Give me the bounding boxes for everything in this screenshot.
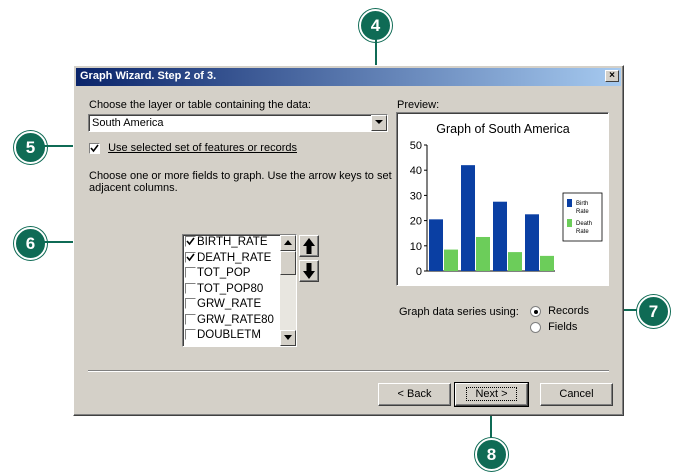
field-list-item[interactable]: TOT_POP — [185, 266, 274, 282]
radio-fields-row[interactable]: Fields — [530, 321, 577, 333]
fields-label: Choose one or more fields to graph. Use … — [89, 170, 392, 194]
bar-birth-rate — [525, 214, 539, 271]
dialog-title: Graph Wizard. Step 2 of 3. — [80, 70, 217, 82]
preview-panel: Graph of South America 0 10 20 30 40 50 Birth R… — [396, 112, 609, 286]
field-checkbox[interactable] — [185, 267, 196, 279]
preview-chart: Graph of South America 0 10 20 30 40 50 Birth R… — [410, 122, 603, 278]
legend-label: Rate — [576, 209, 589, 215]
chart-title: Graph of South America — [436, 122, 569, 136]
move-down-button[interactable] — [299, 260, 319, 282]
bar-death-rate — [476, 236, 490, 271]
layer-dropdown[interactable]: South America — [88, 114, 388, 132]
bar-birth-rate — [461, 165, 475, 271]
field-checkbox[interactable] — [185, 329, 196, 341]
bar-birth-rate — [429, 219, 443, 271]
y-tick-label: 40 — [410, 165, 422, 177]
bar-death-rate — [444, 249, 458, 271]
legend-swatch — [567, 199, 572, 207]
field-label: DOUBLETM — [197, 329, 261, 341]
graph-wizard-dialog: Graph Wizard. Step 2 of 3. × Choose the … — [73, 65, 624, 416]
chevron-down-icon — [375, 120, 383, 124]
legend-label: Death — [576, 221, 592, 227]
bar-death-rate — [540, 255, 554, 271]
radio-fields[interactable] — [530, 321, 541, 333]
chevron-up-icon — [284, 240, 292, 245]
field-label: GRW_RATE — [197, 298, 262, 310]
y-tick-label: 30 — [410, 190, 422, 202]
arrow-down-icon — [303, 263, 315, 279]
callout-6: 6 — [14, 227, 47, 260]
field-checkbox[interactable] — [185, 236, 196, 248]
radio-fields-label: Fields — [548, 321, 578, 333]
field-list-item[interactable]: DEATH_RATE — [185, 251, 274, 267]
fields-scrollbar[interactable] — [280, 235, 296, 346]
use-selected-label: Use selected set of features or records — [108, 142, 297, 154]
use-selected-checkbox-row[interactable]: Use selected set of features or records — [89, 142, 297, 154]
field-label: DEATH_RATE — [197, 251, 272, 264]
chevron-down-icon — [284, 335, 292, 340]
cancel-button[interactable]: Cancel — [540, 383, 613, 406]
legend-swatch — [567, 219, 572, 227]
y-tick-label: 10 — [410, 241, 422, 253]
field-list-item[interactable]: BIRTH_RATE — [185, 235, 274, 251]
field-label: GRW_RATE80 — [197, 313, 274, 326]
back-button[interactable]: < Back — [378, 383, 451, 406]
layer-label: Choose the layer or table containing the… — [89, 99, 311, 111]
next-button-label: Next > — [466, 387, 517, 401]
field-list-item[interactable]: DOUBLETM — [185, 328, 274, 344]
cancel-button-label: Cancel — [559, 388, 594, 400]
callout-7: 7 — [637, 295, 670, 328]
checkmark-icon — [186, 253, 195, 262]
fields-list[interactable]: BIRTH_RATE DEATH_RATE TOT_POP TOT_POP80 GRW_… — [182, 234, 297, 347]
radio-records-dot — [534, 309, 538, 314]
checkmark-icon — [90, 144, 99, 152]
close-button[interactable]: × — [605, 70, 619, 82]
field-list-item[interactable]: TOT_POP80 — [185, 282, 274, 298]
callout-8: 8 — [475, 438, 508, 471]
use-selected-checkbox[interactable] — [89, 142, 100, 154]
field-list-item[interactable]: GRW_RATE80 — [185, 313, 274, 329]
field-checkbox[interactable] — [185, 282, 196, 294]
layer-dropdown-value: South America — [92, 117, 164, 129]
field-label: TOT_POP — [197, 267, 251, 279]
arrow-up-icon — [303, 238, 315, 254]
y-tick-label: 0 — [416, 266, 422, 278]
checkmark-icon — [186, 237, 195, 246]
bar-birth-rate — [493, 201, 507, 271]
radio-records-label: Records — [548, 305, 590, 317]
radio-records[interactable] — [530, 305, 541, 317]
callout-4: 4 — [359, 9, 392, 42]
field-checkbox[interactable] — [185, 313, 196, 325]
field-list-item[interactable]: GRW_RATE — [185, 297, 274, 313]
separator — [88, 370, 609, 372]
y-tick-label: 20 — [410, 216, 422, 228]
field-checkbox[interactable] — [185, 298, 196, 310]
bar-death-rate — [508, 252, 522, 271]
field-label: TOT_POP80 — [197, 282, 264, 295]
legend-label: Birth — [576, 201, 588, 207]
field-checkbox[interactable] — [185, 251, 196, 263]
field-label: BIRTH_RATE — [197, 236, 268, 248]
preview-label: Preview: — [397, 99, 440, 111]
series-label: Graph data series using: — [399, 306, 519, 318]
y-tick-label: 50 — [410, 140, 422, 152]
scroll-down-button[interactable] — [280, 330, 296, 346]
next-button[interactable]: Next > — [454, 382, 529, 407]
radio-records-row[interactable]: Records — [530, 305, 589, 317]
scroll-up-button[interactable] — [280, 235, 296, 251]
title-bar: Graph Wizard. Step 2 of 3. × — [76, 68, 621, 86]
dropdown-button[interactable] — [371, 115, 387, 131]
move-up-button[interactable] — [299, 235, 319, 257]
legend-label: Rate — [576, 229, 589, 235]
scroll-thumb[interactable] — [280, 251, 296, 275]
close-icon: × — [609, 70, 615, 81]
callout-5: 5 — [14, 131, 47, 164]
back-button-label: < Back — [397, 388, 432, 400]
